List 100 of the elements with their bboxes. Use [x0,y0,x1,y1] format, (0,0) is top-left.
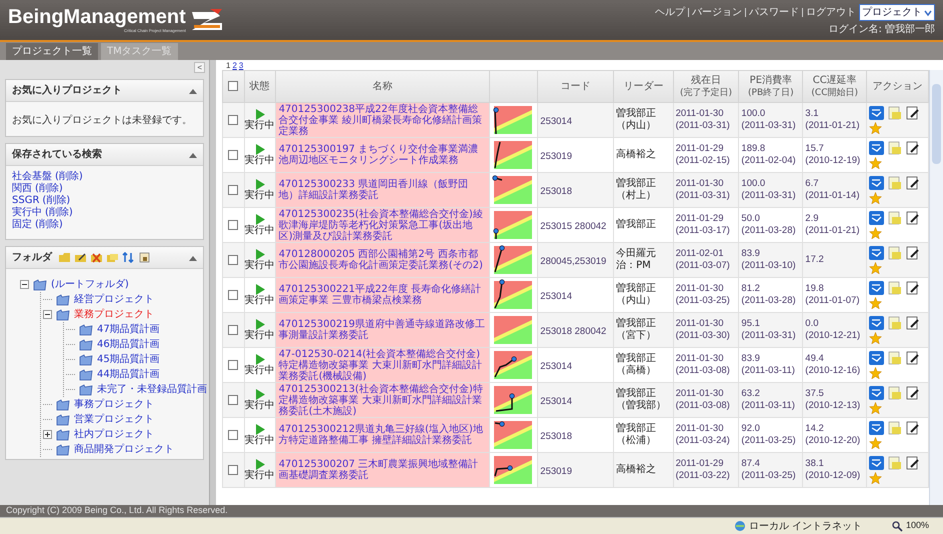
chart-icon[interactable] [869,246,884,260]
edit-icon[interactable] [905,316,920,330]
star-icon[interactable] [869,367,882,379]
saved-search-link[interactable]: 固定 [12,219,32,231]
row-checkbox[interactable] [228,184,238,195]
saved-search-link[interactable]: 関西 [12,183,32,195]
fever-chart-icon [492,139,532,171]
delete-link[interactable]: (削除) [45,207,73,219]
chart-icon[interactable] [869,456,884,470]
edit-icon[interactable] [905,176,920,190]
column-header[interactable]: CC遅延率 [812,74,857,86]
edit-icon[interactable] [905,211,920,225]
collapse-icon[interactable] [189,152,197,158]
folder-item[interactable]: 未完了・未登録品質計画 [97,382,207,397]
row-checkbox[interactable] [228,324,238,335]
delete-folder-icon[interactable] [90,252,103,263]
page-link[interactable]: 2 [232,60,237,70]
delete-link[interactable]: (削除) [42,195,70,207]
folder-item[interactable]: 業務プロジェクト [74,307,154,322]
star-icon[interactable] [869,192,882,204]
star-icon[interactable] [869,437,882,449]
column-header[interactable]: PE消費率 [750,74,792,86]
folder-item[interactable]: 47期品質計画 [97,322,160,337]
edit-icon[interactable] [905,456,920,470]
expand-toggle-icon[interactable] [43,430,52,439]
chart-icon[interactable] [869,281,884,295]
row-checkbox[interactable] [228,220,238,230]
project-select[interactable]: プロジェクト [859,4,935,21]
collapse-icon[interactable] [189,88,197,94]
sort-icon[interactable] [122,252,135,263]
folder-item[interactable]: 経営プロジェクト [74,292,154,307]
rename-folder-icon[interactable] [74,252,87,263]
page-link[interactable]: 3 [238,60,244,70]
chart-icon[interactable] [869,106,884,120]
star-icon[interactable] [869,262,882,274]
code-text: 253014 [540,361,572,372]
header-link[interactable]: ログアウト [806,5,856,20]
edit-icon[interactable] [905,281,920,295]
folder-item[interactable]: (ルートフォルダ) [51,277,129,292]
saved-search-link[interactable]: 実行中 [12,207,42,219]
delete-link[interactable]: (削除) [35,219,63,231]
star-icon[interactable] [869,122,882,134]
header-link[interactable]: バージョン [692,5,742,20]
star-icon[interactable] [869,472,882,484]
zoom-icon[interactable] [892,520,903,532]
column-header[interactable]: 名称 [372,80,393,92]
collapse-icon[interactable] [189,254,197,260]
folder-icon [33,278,47,290]
saved-search-link[interactable]: SSGR [12,195,40,207]
zoom-level[interactable]: 100% [906,519,929,533]
star-icon[interactable] [869,297,882,309]
row-checkbox[interactable] [228,464,238,475]
collapse-toggle-icon[interactable] [20,280,29,289]
edit-icon[interactable] [905,421,920,435]
row-checkbox[interactable] [228,114,238,125]
edit-icon[interactable] [905,106,920,120]
delete-link[interactable]: (削除) [35,183,63,195]
edit-icon[interactable] [905,141,920,155]
row-checkbox[interactable] [228,150,238,160]
row-checkbox[interactable] [228,394,238,405]
chart-icon[interactable] [869,176,884,190]
chart-icon[interactable] [869,351,884,365]
sidebar-collapse-button[interactable]: < [194,62,205,73]
folder-item[interactable]: 営業プロジェクト [74,412,154,427]
folder-item[interactable]: 社内プロジェクト [74,427,154,442]
star-icon[interactable] [869,402,882,414]
cc-rate: 15.7 [805,143,825,155]
scrollbar[interactable] [929,70,943,505]
status-text: 実行中 [244,364,275,376]
chart-icon[interactable] [869,316,884,330]
column-header[interactable]: コード [560,80,591,92]
folder-item[interactable]: 事務プロジェクト [74,397,154,412]
folder-item[interactable]: 46期品質計画 [97,337,160,352]
select-all-checkbox[interactable] [228,81,238,92]
row-checkbox[interactable] [228,360,238,370]
row-checkbox[interactable] [228,430,238,440]
row-checkbox[interactable] [228,254,238,265]
column-header[interactable]: 残在日 [691,74,722,86]
row-checkbox[interactable] [228,290,238,300]
chart-icon[interactable] [869,211,884,225]
saved-search-link[interactable]: 社会基盤 [12,171,52,183]
delete-link[interactable]: (削除) [55,171,83,183]
star-icon[interactable] [869,227,882,239]
edit-icon[interactable] [905,246,920,260]
tab[interactable]: プロジェクト一覧 [6,43,98,60]
edit-icon[interactable] [905,386,920,400]
edit-icon[interactable] [905,351,920,365]
star-icon[interactable] [869,332,882,344]
chart-icon[interactable] [869,386,884,400]
star-icon[interactable] [869,157,882,169]
collapse-toggle-icon[interactable] [43,310,52,319]
folder-item[interactable]: 商品開発プロジェクト [74,442,174,457]
header-link[interactable]: パスワード [749,5,799,20]
folder-item[interactable]: 45期品質計画 [97,352,160,367]
folder-item[interactable]: 44期品質計画 [97,367,160,382]
page-link[interactable]: 1 [226,60,230,70]
chart-icon[interactable] [869,421,884,435]
play-icon [254,388,265,400]
chart-icon[interactable] [869,141,884,155]
header-link[interactable]: ヘルプ [655,5,685,20]
